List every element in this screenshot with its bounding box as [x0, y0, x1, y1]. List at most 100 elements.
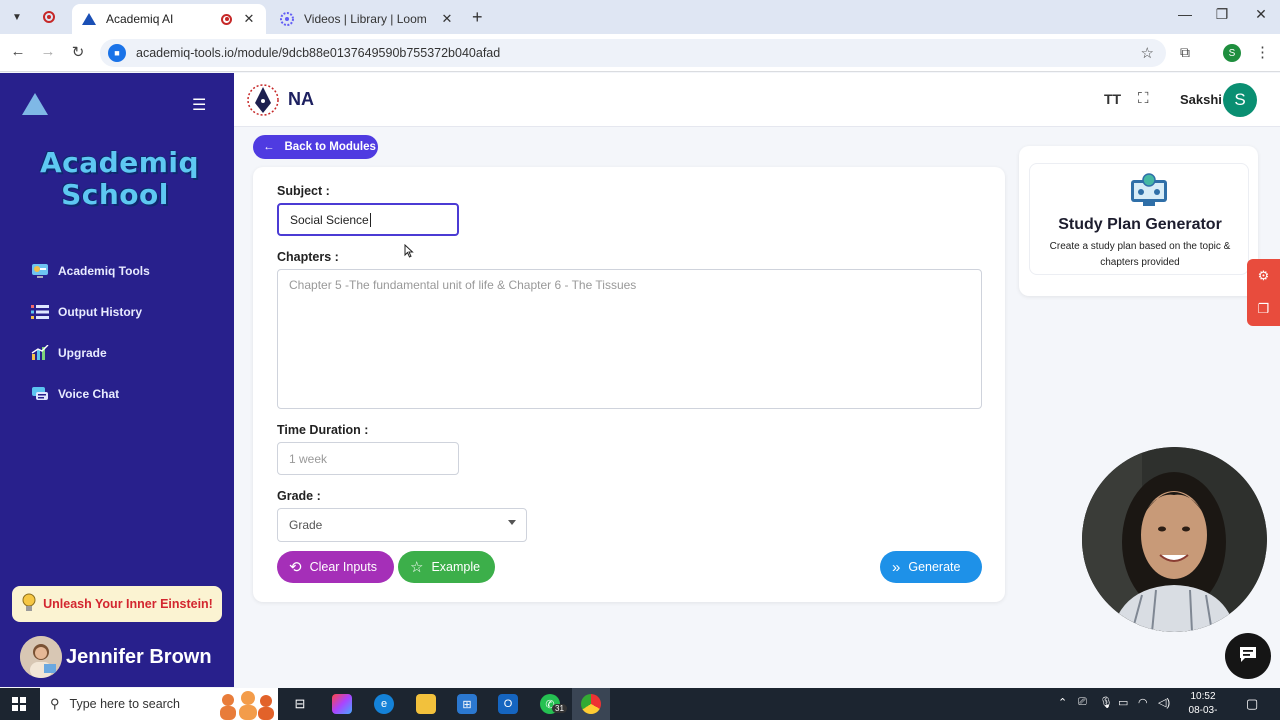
- grade-select[interactable]: Grade: [277, 508, 527, 542]
- outlook-icon[interactable]: O: [498, 694, 518, 714]
- promo-banner[interactable]: Unleash Your Inner Einstein!: [12, 586, 222, 622]
- tab-close-icon[interactable]: ✕: [242, 11, 256, 27]
- store-icon[interactable]: ⊞: [457, 694, 477, 714]
- text-size-icon[interactable]: TT: [1104, 91, 1121, 107]
- forward-arrow-icon[interactable]: →: [38, 43, 58, 60]
- brand-line2: School: [61, 178, 169, 211]
- tab-title: Videos | Library | Loom: [304, 12, 427, 26]
- chapters-textarea[interactable]: Chapter 5 -The fundamental unit of life …: [277, 269, 982, 409]
- address-bar-row: ← → ↻ ■ academiq-tools.io/module/9dcb88e…: [0, 34, 1280, 72]
- loom-favicon-icon: [280, 12, 294, 26]
- clock-date: 08-03-2025: [1188, 705, 1218, 720]
- promo-text: Unleash Your Inner Einstein!: [43, 597, 213, 611]
- study-plan-icon: [1129, 172, 1169, 208]
- sidebar-user-name: Jennifer Brown: [66, 645, 212, 668]
- maximize-button[interactable]: ❐: [1207, 6, 1237, 23]
- extensions-icon[interactable]: ⧉: [1180, 44, 1190, 61]
- recording-icon: [43, 11, 55, 23]
- tab-recording-icon: [221, 13, 232, 25]
- tab-search-dropdown-icon[interactable]: ▼: [6, 7, 28, 27]
- volume-icon[interactable]: ◁): [1158, 696, 1170, 709]
- academiq-logo-icon[interactable]: [22, 93, 48, 115]
- tray-chevron-up-icon[interactable]: ⌃: [1058, 696, 1067, 709]
- whatsapp-badge: 31: [552, 704, 567, 713]
- taskbar-clock[interactable]: 10:52 08-03-2025: [1180, 690, 1226, 720]
- document-icon[interactable]: ❐: [1247, 292, 1280, 325]
- user-avatar-image: [20, 636, 62, 678]
- arrow-left-icon: ←: [263, 141, 275, 153]
- tool-title: Study Plan Generator: [1058, 216, 1222, 233]
- tool-description: Create a study plan based on the topic &…: [1049, 241, 1231, 268]
- chat-button[interactable]: [1225, 633, 1271, 679]
- generate-button[interactable]: » Generate: [880, 551, 982, 583]
- tools-icon: [30, 262, 50, 280]
- url-text: academiq-tools.io/module/9dcb88e01376495…: [136, 46, 501, 60]
- sidebar-user[interactable]: Jennifer Brown: [20, 636, 212, 678]
- windows-start-icon[interactable]: [12, 697, 26, 711]
- sidebar-item-academiq-tools[interactable]: Academiq Tools: [30, 262, 150, 280]
- search-icon: ⚲: [50, 696, 60, 711]
- new-tab-button[interactable]: +: [472, 7, 483, 28]
- header-user-name[interactable]: Sakshi: [1180, 92, 1222, 107]
- brand-line1: Academiq: [40, 146, 200, 179]
- chat-bubble-icon: [1238, 645, 1258, 668]
- presenter-video-image: [1082, 447, 1267, 632]
- file-explorer-icon[interactable]: [416, 694, 436, 714]
- microphone-icon[interactable]: 🎙: [1099, 696, 1113, 709]
- url-bar[interactable]: ■ academiq-tools.io/module/9dcb88e013764…: [100, 39, 1166, 67]
- brand-logo: Academiq School: [40, 146, 200, 211]
- wifi-icon[interactable]: ◠: [1138, 696, 1148, 709]
- clock-time: 10:52: [1190, 691, 1216, 702]
- task-view-icon[interactable]: ⊟: [290, 694, 310, 714]
- clear-inputs-button[interactable]: ⟲ Clear Inputs: [277, 551, 394, 583]
- chat-icon: [30, 385, 50, 403]
- tab-title: Academiq AI: [106, 12, 174, 26]
- subject-label: Subject :: [277, 184, 330, 198]
- tab-loom-library[interactable]: Videos | Library | Loom ✕: [270, 4, 464, 34]
- tab-academiq-ai[interactable]: Academiq AI ✕: [72, 4, 266, 34]
- close-window-button[interactable]: ✕: [1246, 6, 1276, 23]
- browser-menu-icon[interactable]: ⋮: [1255, 43, 1270, 61]
- header-user-avatar[interactable]: S: [1223, 83, 1257, 117]
- subject-input[interactable]: Social Science: [277, 203, 459, 236]
- webcam-bubble[interactable]: [1082, 447, 1267, 632]
- profile-avatar[interactable]: S: [1223, 44, 1241, 62]
- settings-gear-icon[interactable]: ⚙: [1247, 259, 1280, 292]
- double-chevron-right-icon: »: [892, 558, 901, 576]
- clear-button-label: Clear Inputs: [309, 560, 377, 574]
- back-to-modules-button[interactable]: ← Back to Modules: [253, 135, 378, 159]
- lightbulb-icon: [21, 593, 37, 616]
- fullscreen-icon[interactable]: ⛶: [1138, 90, 1149, 107]
- time-duration-label: Time Duration :: [277, 423, 369, 437]
- tool-info-card: Study Plan Generator Create a study plan…: [1019, 146, 1258, 296]
- taskbar-search-placeholder: Type here to search: [69, 697, 181, 711]
- generate-button-label: Generate: [908, 560, 961, 574]
- copilot-icon[interactable]: [332, 694, 352, 714]
- battery-icon[interactable]: ▭: [1118, 696, 1128, 709]
- org-name: NA: [288, 89, 314, 109]
- camera-icon[interactable]: ■: [108, 44, 126, 62]
- sidebar-item-voice-chat[interactable]: Voice Chat: [30, 385, 119, 403]
- reload-icon[interactable]: ↻: [68, 43, 88, 61]
- minimize-button[interactable]: —: [1170, 6, 1200, 22]
- mouse-cursor-icon: [404, 244, 414, 258]
- time-duration-input[interactable]: 1 week: [277, 442, 459, 475]
- list-icon: [30, 303, 50, 321]
- chrome-taskbar-active[interactable]: [572, 688, 610, 720]
- grade-label: Grade :: [277, 489, 321, 503]
- sidebar-item-upgrade[interactable]: Upgrade: [30, 344, 107, 362]
- example-button[interactable]: ☆ Example: [398, 551, 495, 583]
- people-illustration-icon: [214, 690, 278, 720]
- app-header: NA TT ⛶ Sakshi S: [234, 73, 1280, 127]
- edge-icon[interactable]: e: [374, 694, 394, 714]
- chapters-label: Chapters :: [277, 250, 339, 264]
- sidebar-item-output-history[interactable]: Output History: [30, 303, 142, 321]
- tab-close-icon[interactable]: ✕: [440, 11, 454, 27]
- notification-icon[interactable]: ▢: [1246, 696, 1258, 712]
- hamburger-menu-icon[interactable]: ☰: [192, 95, 206, 115]
- back-arrow-icon[interactable]: ←: [8, 43, 28, 60]
- star-icon: ☆: [410, 559, 424, 576]
- meet-now-icon[interactable]: ⎚: [1078, 696, 1087, 709]
- duration-placeholder: 1 week: [289, 451, 328, 466]
- bookmark-star-icon[interactable]: ☆: [1141, 44, 1154, 62]
